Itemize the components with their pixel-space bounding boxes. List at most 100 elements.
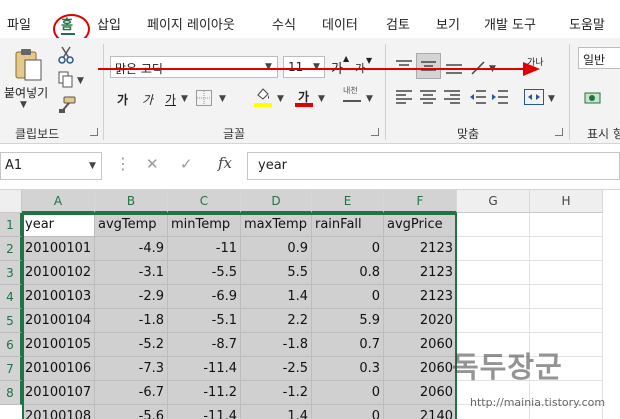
tab-view[interactable]: 보기 xyxy=(436,14,460,33)
insert-function-icon[interactable]: fx xyxy=(218,154,232,172)
enter-icon[interactable]: ✓ xyxy=(180,155,193,173)
cell-f6[interactable]: 2060 xyxy=(384,333,457,357)
paste-button-label[interactable]: 붙여넣기 xyxy=(4,84,48,101)
borders-icon[interactable] xyxy=(196,90,212,106)
column-header-a[interactable]: A xyxy=(22,190,95,213)
cell-a4[interactable]: 20100103 xyxy=(22,285,95,309)
cell-f5[interactable]: 2020 xyxy=(384,309,457,333)
cut-icon[interactable] xyxy=(58,46,74,64)
row-header-3[interactable]: 3 xyxy=(0,261,22,285)
cell-e3[interactable]: 0.8 xyxy=(312,261,384,285)
cell-d5[interactable]: 2.2 xyxy=(241,309,312,333)
cell-f2[interactable]: 2123 xyxy=(384,237,457,261)
cell-b8[interactable]: -6.7 xyxy=(95,381,168,405)
format-painter-icon[interactable] xyxy=(58,96,76,114)
number-format-select[interactable]: 일반 xyxy=(578,47,620,69)
cell-e7[interactable]: 0.3 xyxy=(312,357,384,381)
phonetic-dropdown-icon[interactable]: ▼ xyxy=(366,94,373,104)
cell-f4[interactable]: 2123 xyxy=(384,285,457,309)
cell-e9[interactable]: 0 xyxy=(312,405,384,419)
row-header-2[interactable]: 2 xyxy=(0,237,22,261)
cell-h1[interactable] xyxy=(530,213,603,237)
cell-h5[interactable] xyxy=(530,309,603,333)
cell-a3[interactable]: 20100102 xyxy=(22,261,95,285)
italic-button[interactable]: 가 xyxy=(142,91,153,108)
row-header-7[interactable]: 7 xyxy=(0,357,22,381)
cell-f9[interactable]: 2140 xyxy=(384,405,457,419)
cell-g1[interactable] xyxy=(457,213,530,237)
cell-d6[interactable]: -1.8 xyxy=(241,333,312,357)
tab-help[interactable]: 도움말 xyxy=(569,14,605,33)
row-header-4[interactable]: 4 xyxy=(0,285,22,309)
tab-insert[interactable]: 삽입 xyxy=(97,14,121,33)
cell-b4[interactable]: -2.9 xyxy=(95,285,168,309)
borders-dropdown-icon[interactable]: ▼ xyxy=(219,94,226,104)
cell-d3[interactable]: 5.5 xyxy=(241,261,312,285)
cell-c4[interactable]: -6.9 xyxy=(168,285,241,309)
font-color-dropdown-icon[interactable]: ▼ xyxy=(318,94,325,104)
cell-c7[interactable]: -11.4 xyxy=(168,357,241,381)
cell-h2[interactable] xyxy=(530,237,603,261)
cell-c3[interactable]: -5.5 xyxy=(168,261,241,285)
cell-c1[interactable]: minTemp xyxy=(168,213,241,237)
alignment-launcher-icon[interactable] xyxy=(555,128,563,136)
paste-dropdown-icon[interactable]: ▼ xyxy=(20,100,27,110)
increase-indent-icon[interactable] xyxy=(492,90,508,104)
cell-e6[interactable]: 0.7 xyxy=(312,333,384,357)
align-center-icon[interactable] xyxy=(420,90,436,104)
cell-b2[interactable]: -4.9 xyxy=(95,237,168,261)
font-launcher-icon[interactable] xyxy=(371,128,379,136)
cell-g3[interactable] xyxy=(457,261,530,285)
tab-page-layout[interactable]: 페이지 레이아웃 xyxy=(147,14,235,33)
cell-b6[interactable]: -5.2 xyxy=(95,333,168,357)
cell-b5[interactable]: -1.8 xyxy=(95,309,168,333)
tab-file[interactable]: 파일 xyxy=(7,14,31,33)
clipboard-launcher-icon[interactable] xyxy=(90,128,98,136)
cell-a1[interactable]: year xyxy=(22,213,95,237)
accounting-format-icon[interactable] xyxy=(584,90,602,106)
cell-c8[interactable]: -11.2 xyxy=(168,381,241,405)
cell-d2[interactable]: 0.9 xyxy=(241,237,312,261)
cell-f3[interactable]: 2123 xyxy=(384,261,457,285)
cell-a6[interactable]: 20100105 xyxy=(22,333,95,357)
paste-icon[interactable] xyxy=(13,48,43,84)
cell-e2[interactable]: 0 xyxy=(312,237,384,261)
cell-a8[interactable]: 20100107 xyxy=(22,381,95,405)
bold-button[interactable]: 가 xyxy=(117,91,128,108)
cell-d4[interactable]: 1.4 xyxy=(241,285,312,309)
row-header-8[interactable]: 8 xyxy=(0,381,22,405)
cell-g2[interactable] xyxy=(457,237,530,261)
underline-dropdown-icon[interactable]: ▼ xyxy=(181,94,188,104)
tab-data[interactable]: 데이터 xyxy=(322,14,358,33)
name-box[interactable]: A1 ▼ xyxy=(0,152,102,180)
cell-c9[interactable]: -11.4 xyxy=(168,405,241,419)
column-header-d[interactable]: D xyxy=(241,190,312,213)
column-header-c[interactable]: C xyxy=(168,190,241,213)
copy-dropdown-icon[interactable]: ▼ xyxy=(77,76,84,86)
cell-e4[interactable]: 0 xyxy=(312,285,384,309)
cell-g5[interactable] xyxy=(457,309,530,333)
cell-e5[interactable]: 5.9 xyxy=(312,309,384,333)
merge-dropdown-icon[interactable]: ▼ xyxy=(548,94,555,104)
phonetic-button[interactable]: 내천 xyxy=(343,85,358,96)
cell-a2[interactable]: 20100101 xyxy=(22,237,95,261)
cell-d9[interactable]: 1.4 xyxy=(241,405,312,419)
cell-f7[interactable]: 2060 xyxy=(384,357,457,381)
cell-e1[interactable]: rainFall xyxy=(312,213,384,237)
cell-b3[interactable]: -3.1 xyxy=(95,261,168,285)
align-left-icon[interactable] xyxy=(396,90,412,104)
row-header-1[interactable]: 1 xyxy=(0,213,22,237)
cell-d7[interactable]: -2.5 xyxy=(241,357,312,381)
row-header-6[interactable]: 6 xyxy=(0,333,22,357)
cell-h3[interactable] xyxy=(530,261,603,285)
cell-a7[interactable]: 20100106 xyxy=(22,357,95,381)
column-header-b[interactable]: B xyxy=(95,190,168,213)
cell-c5[interactable]: -5.1 xyxy=(168,309,241,333)
select-all-corner[interactable] xyxy=(0,190,22,213)
column-header-f[interactable]: F xyxy=(384,190,457,213)
cell-a9[interactable]: 20100108 xyxy=(22,405,95,419)
column-header-h[interactable]: H xyxy=(530,190,603,213)
copy-icon[interactable] xyxy=(58,71,74,89)
fill-color-dropdown-icon[interactable]: ▼ xyxy=(277,94,284,104)
tab-review[interactable]: 검토 xyxy=(386,14,410,33)
